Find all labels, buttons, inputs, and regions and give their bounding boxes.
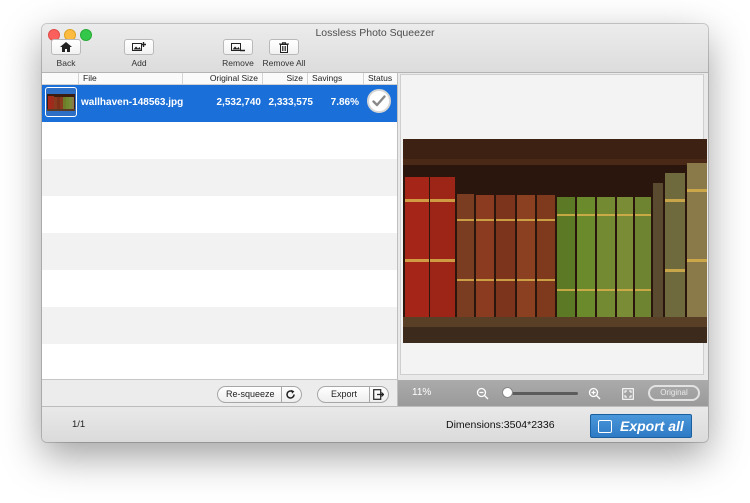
original-size-value: 2,532,740 (216, 97, 262, 108)
remove-label: Remove (222, 58, 254, 68)
preview-canvas (400, 74, 707, 375)
empty-row (42, 270, 397, 307)
empty-row (42, 196, 397, 233)
page-indicator: 1/1 (72, 419, 86, 430)
export-button[interactable]: Export (317, 386, 389, 403)
remove-all-label: Remove All (262, 58, 306, 68)
bookshelf-photo (403, 139, 707, 343)
app-window: Lossless Photo Squeezer Back Add Remove … (42, 24, 708, 442)
list-action-bar: Re-squeeze Export (42, 379, 398, 407)
zoom-level: 11% (412, 387, 432, 398)
preview-control-bar: 11% Original (398, 380, 708, 406)
export-icon (373, 389, 385, 400)
table-body: wallhaven-148563.jpg 2,532,740 2,333,575… (42, 85, 397, 379)
back-label: Back (56, 58, 76, 68)
trash-icon (269, 39, 299, 55)
status-bar: 1/1 Dimensions:3504*2336 Export all (42, 406, 708, 442)
empty-row (42, 307, 397, 344)
fit-screen-icon[interactable] (622, 387, 634, 400)
column-header-savings[interactable]: Savings (307, 73, 363, 84)
zoom-slider-track[interactable] (508, 392, 578, 395)
column-header-original-size[interactable]: Original Size (182, 73, 262, 84)
column-header-size[interactable]: Size (262, 73, 307, 84)
table-header: File Original Size Size Savings Status (42, 73, 397, 85)
column-header-file[interactable]: File (78, 73, 182, 84)
empty-row (42, 122, 397, 159)
preview-pane: 11% Original (398, 73, 708, 406)
add-label: Add (131, 58, 147, 68)
zoom-out-icon[interactable] (476, 387, 489, 400)
savings-value: 7.86% (330, 97, 359, 108)
original-button[interactable]: Original (648, 385, 700, 401)
export-all-label: Export all (620, 418, 684, 434)
size-value: 2,333,575 (268, 97, 314, 108)
add-image-icon (124, 39, 154, 55)
home-icon (51, 39, 81, 55)
checkmark-icon (367, 89, 391, 113)
zoom-in-icon[interactable] (588, 387, 601, 400)
export-label: Export (331, 389, 358, 399)
refresh-icon (285, 389, 296, 400)
window-title: Lossless Photo Squeezer (315, 27, 435, 39)
zoom-slider-knob[interactable] (502, 387, 513, 398)
image-dimensions: Dimensions:3504*2336 (446, 419, 555, 431)
table-row[interactable]: wallhaven-148563.jpg 2,532,740 2,333,575… (42, 85, 397, 122)
empty-row (42, 344, 397, 379)
file-name: wallhaven-148563.jpg (81, 97, 184, 108)
toolbar: Lossless Photo Squeezer Back Add Remove … (42, 24, 708, 73)
remove-image-icon (223, 39, 253, 55)
file-list: File Original Size Size Savings Status w… (42, 73, 398, 379)
export-all-button[interactable]: Export all (590, 414, 692, 438)
column-header-status[interactable]: Status (363, 73, 397, 84)
resqueeze-button[interactable]: Re-squeeze (217, 386, 302, 403)
empty-row (42, 233, 397, 270)
export-icon (598, 420, 612, 433)
empty-row (42, 159, 397, 196)
resqueeze-label: Re-squeeze (226, 389, 275, 399)
file-thumbnail (45, 87, 77, 117)
